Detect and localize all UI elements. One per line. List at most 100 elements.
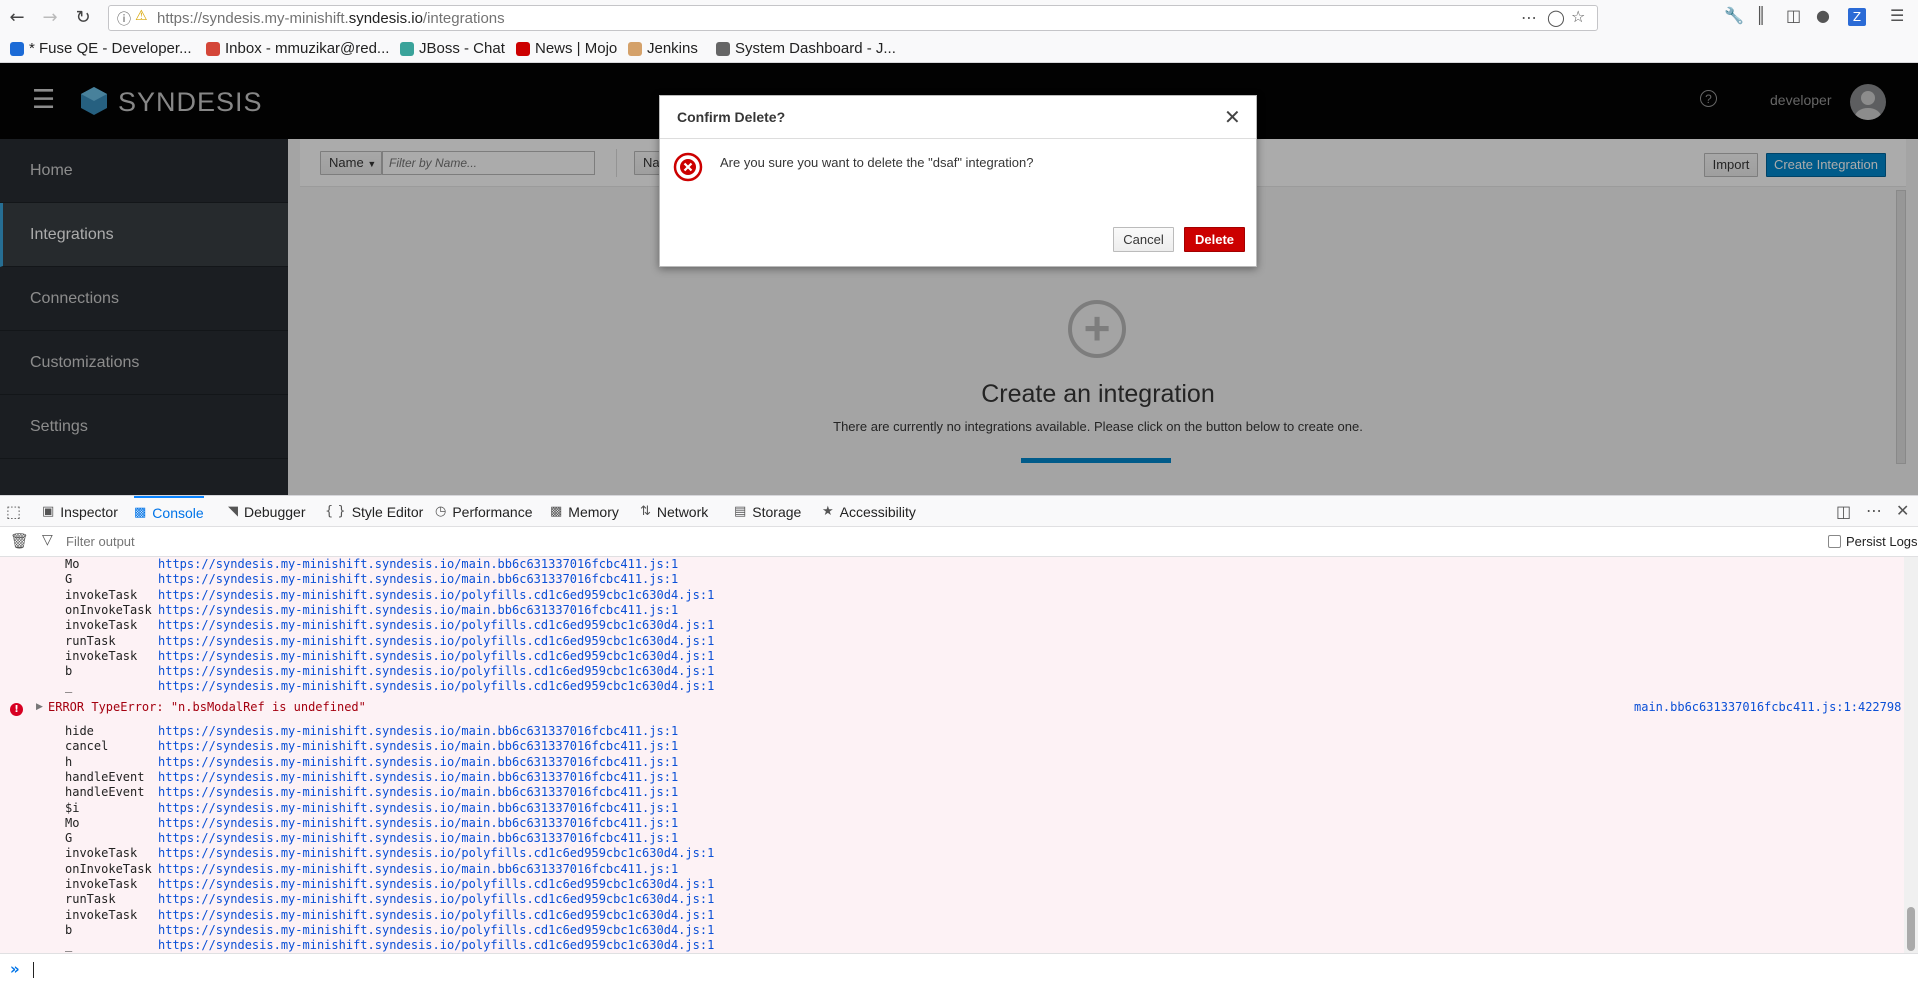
bookmark-item[interactable]: News | Mojo <box>516 40 617 57</box>
console-filter-bar: 🗑 ▽ Persist Logs <box>0 527 1918 557</box>
performance-icon: ◷ <box>435 504 447 519</box>
tab-network[interactable]: ⇅ Network <box>640 496 708 528</box>
stack-frame-link[interactable]: https://syndesis.my-minishift.syndesis.i… <box>158 908 714 922</box>
scrollbar-thumb[interactable] <box>1907 907 1915 951</box>
bookmark-item[interactable]: JBoss - Chat <box>400 40 505 57</box>
stack-frame-link[interactable]: https://syndesis.my-minishift.syndesis.i… <box>158 816 678 830</box>
stack-frame-function: runTask <box>65 633 116 648</box>
back-arrow-icon[interactable]: ← <box>6 6 28 28</box>
stack-frame-link[interactable]: https://syndesis.my-minishift.syndesis.i… <box>158 603 678 617</box>
stack-frame-link[interactable]: https://syndesis.my-minishift.syndesis.i… <box>158 938 714 952</box>
cancel-button[interactable]: Cancel <box>1113 227 1174 252</box>
stack-frame-function: invokeTask <box>65 648 138 663</box>
tab-storage[interactable]: ▤ Storage <box>734 496 801 528</box>
tab-memory[interactable]: ▩ Memory <box>550 496 619 528</box>
more-options-icon[interactable]: ⋯ <box>1866 501 1882 520</box>
sidebar-toggle-icon[interactable]: ◫ <box>1786 6 1801 25</box>
extension-icon[interactable]: ● <box>1816 6 1830 25</box>
stack-frame-link[interactable]: https://syndesis.my-minishift.syndesis.i… <box>158 892 714 906</box>
stack-frame-function: _ <box>65 938 73 953</box>
filter-output-input[interactable] <box>64 531 464 551</box>
page-actions-icon[interactable]: ⋯ <box>1521 8 1537 27</box>
stack-frame-link[interactable]: https://syndesis.my-minishift.syndesis.i… <box>158 557 678 571</box>
bookmark-favicon-icon <box>628 41 642 56</box>
element-picker-icon[interactable]: ⬚ <box>6 502 21 521</box>
stack-frame-link[interactable]: https://syndesis.my-minishift.syndesis.i… <box>158 618 714 632</box>
tab-debugger[interactable]: ◥ Debugger <box>228 496 306 528</box>
tab-style-editor[interactable]: { } Style Editor <box>325 496 423 528</box>
bookmark-favicon-icon <box>400 41 414 56</box>
bookmark-item[interactable]: * Fuse QE - Developer... <box>10 40 192 57</box>
trash-icon[interactable]: 🗑 <box>10 532 29 550</box>
stack-frame-link[interactable]: https://syndesis.my-minishift.syndesis.i… <box>158 588 714 602</box>
bookmark-favicon-icon <box>10 41 24 56</box>
wrench-icon[interactable]: 🔧 <box>1724 6 1744 25</box>
filter-icon[interactable]: ▽ <box>42 532 53 548</box>
memory-icon: ▩ <box>550 504 563 519</box>
close-icon[interactable]: ✕ <box>1224 105 1241 129</box>
error-icon: ! <box>10 703 23 716</box>
tab-inspector[interactable]: ▣ Inspector <box>42 496 118 528</box>
stack-frame-link[interactable]: https://syndesis.my-minishift.syndesis.i… <box>158 739 678 753</box>
tab-performance[interactable]: ◷ Performance <box>435 496 533 528</box>
inspector-icon: ▣ <box>42 504 55 519</box>
bookmark-star-icon[interactable]: ☆ <box>1571 7 1585 26</box>
style-editor-icon: { } <box>325 504 346 519</box>
stack-frame-function: invokeTask <box>65 846 138 861</box>
stack-frame-link[interactable]: https://syndesis.my-minishift.syndesis.i… <box>158 785 678 799</box>
expand-arrow-icon[interactable]: ▶ <box>36 702 43 712</box>
reload-icon[interactable]: ↻ <box>72 6 94 28</box>
bookmarks-bar: * Fuse QE - Developer... Inbox - mmuzika… <box>0 35 1918 63</box>
stack-frame-link[interactable]: https://syndesis.my-minishift.syndesis.i… <box>158 846 714 860</box>
console-scrollbar[interactable] <box>1904 557 1918 953</box>
pocket-icon[interactable]: ◯ <box>1547 8 1565 27</box>
prompt-chevron-icon: » <box>10 960 20 978</box>
bookmark-item[interactable]: Inbox - mmuzikar@red... <box>206 40 389 57</box>
delete-button[interactable]: Delete <box>1184 227 1245 252</box>
persist-logs-label: Persist Logs <box>1846 534 1918 549</box>
dialog-title: Confirm Delete? <box>677 109 786 125</box>
close-devtools-icon[interactable]: ✕ <box>1896 501 1909 520</box>
hamburger-menu-icon[interactable]: ☰ <box>1890 6 1904 25</box>
stack-frame-link[interactable]: https://syndesis.my-minishift.syndesis.i… <box>158 831 678 845</box>
stack-frame-function: Mo <box>65 815 80 830</box>
bookmark-item[interactable]: Jenkins <box>628 40 698 57</box>
bookmark-favicon-icon <box>516 41 530 56</box>
stack-frame-link[interactable]: https://syndesis.my-minishift.syndesis.i… <box>158 801 678 815</box>
dock-side-icon[interactable]: ◫ <box>1836 502 1851 521</box>
accessibility-icon: ★ <box>822 504 834 519</box>
stack-frame-link[interactable]: https://syndesis.my-minishift.syndesis.i… <box>158 755 678 769</box>
stack-frame-function: $i <box>65 800 80 815</box>
stack-frame-function: Mo <box>65 557 80 571</box>
stack-frame-function: b <box>65 664 73 679</box>
stack-frame-link[interactable]: https://syndesis.my-minishift.syndesis.i… <box>158 923 714 937</box>
stack-frame-link[interactable]: https://syndesis.my-minishift.syndesis.i… <box>158 679 714 693</box>
persist-logs-checkbox[interactable] <box>1828 535 1841 548</box>
info-icon[interactable]: ⓘ <box>117 9 131 29</box>
stack-frame-link[interactable]: https://syndesis.my-minishift.syndesis.i… <box>158 724 678 738</box>
tab-accessibility[interactable]: ★ Accessibility <box>822 496 916 528</box>
stack-frame-function: runTask <box>65 892 116 907</box>
error-message: ERROR TypeError: "n.bsModalRef is undefi… <box>48 700 366 714</box>
console-input[interactable]: » <box>0 953 1918 985</box>
library-icon[interactable]: ║ <box>1756 6 1766 25</box>
stack-frame-function: cancel <box>65 739 109 754</box>
stack-frame-link[interactable]: https://syndesis.my-minishift.syndesis.i… <box>158 664 714 678</box>
insecure-lock-icon[interactable]: ⚠ <box>135 8 148 24</box>
zotero-icon[interactable]: Z <box>1848 8 1866 26</box>
browser-toolbar: ← → ↻ ⓘ ⚠ https://syndesis.my-minishift.… <box>0 0 1918 35</box>
stack-frame-link[interactable]: https://syndesis.my-minishift.syndesis.i… <box>158 877 714 891</box>
stack-frame-function: onInvokeTask <box>65 602 152 617</box>
stack-frame-function: invokeTask <box>65 877 138 891</box>
stack-frame-function: h <box>65 754 73 769</box>
url-bar[interactable]: ⓘ ⚠ https://syndesis.my-minishift.syndes… <box>108 5 1598 31</box>
stack-frame-link[interactable]: https://syndesis.my-minishift.syndesis.i… <box>158 634 714 648</box>
stack-frame-link[interactable]: https://syndesis.my-minishift.syndesis.i… <box>158 572 678 586</box>
stack-frame-link[interactable]: https://syndesis.my-minishift.syndesis.i… <box>158 862 678 876</box>
stack-frame-link[interactable]: https://syndesis.my-minishift.syndesis.i… <box>158 770 678 784</box>
forward-arrow-icon[interactable]: → <box>39 6 61 28</box>
tab-console[interactable]: ▩ Console <box>134 496 204 528</box>
error-location-link[interactable]: main.bb6c631337016fcbc411.js:1:422798 <box>1634 700 1901 714</box>
stack-frame-link[interactable]: https://syndesis.my-minishift.syndesis.i… <box>158 649 714 663</box>
bookmark-item[interactable]: System Dashboard - J... <box>716 40 896 57</box>
